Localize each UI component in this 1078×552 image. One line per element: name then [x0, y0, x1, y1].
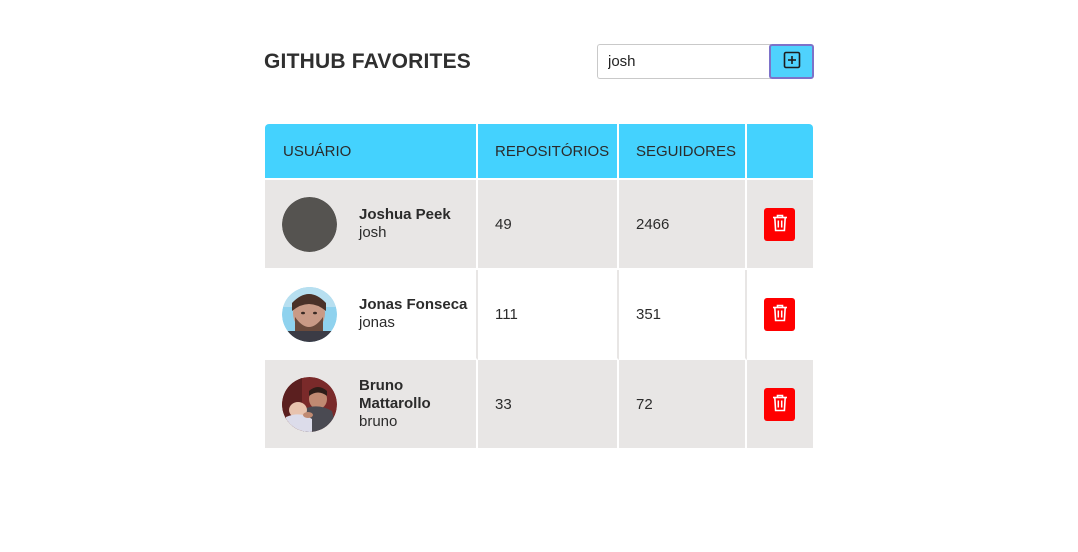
trash-icon	[772, 304, 788, 325]
user-login: jonas	[359, 314, 395, 331]
trash-icon	[772, 394, 788, 415]
user-cell: Jonas Fonseca jonas	[265, 270, 478, 360]
search-form	[597, 44, 814, 79]
add-favorite-button[interactable]	[769, 44, 814, 79]
favorites-table: USUÁRIO REPOSITÓRIOS SEGUIDORES Joshua P…	[265, 124, 813, 450]
delete-button[interactable]	[764, 387, 795, 421]
column-header-repositories: REPOSITÓRIOS	[478, 124, 619, 180]
actions-cell	[747, 360, 813, 450]
actions-cell	[747, 180, 813, 270]
search-input[interactable]	[597, 44, 771, 79]
user-login: bruno	[359, 413, 398, 430]
delete-button[interactable]	[764, 207, 795, 241]
avatar	[282, 196, 337, 252]
followers-cell: 72	[619, 360, 747, 450]
page-title: GITHUB FAVORITES	[264, 50, 471, 73]
followers-cell: 351	[619, 270, 747, 360]
avatar	[282, 376, 337, 432]
trash-icon	[772, 214, 788, 235]
repositories-cell: 111	[478, 270, 619, 360]
avatar	[282, 286, 337, 342]
column-header-followers: SEGUIDORES	[619, 124, 747, 180]
table-row: Bruno Mattarollo bruno 33 72	[265, 360, 813, 450]
user-cell: Joshua Peek josh	[265, 180, 478, 270]
user-cell: Bruno Mattarollo bruno	[265, 360, 478, 450]
user-name: Jonas Fonseca	[359, 296, 468, 313]
user-name: Joshua Peek	[359, 206, 451, 223]
column-header-actions	[747, 124, 813, 180]
column-header-user: USUÁRIO	[265, 124, 478, 180]
table-header-row: USUÁRIO REPOSITÓRIOS SEGUIDORES	[265, 124, 813, 180]
table-row: Joshua Peek josh 49 2466	[265, 180, 813, 270]
plus-square-icon	[783, 51, 801, 72]
repositories-cell: 49	[478, 180, 619, 270]
table-row: Jonas Fonseca jonas 111 351	[265, 270, 813, 360]
header: GITHUB FAVORITES	[264, 44, 814, 80]
delete-button[interactable]	[764, 297, 795, 331]
user-name: Bruno Mattarollo	[359, 377, 431, 412]
actions-cell	[747, 270, 813, 360]
repositories-cell: 33	[478, 360, 619, 450]
user-login: josh	[359, 224, 387, 241]
followers-cell: 2466	[619, 180, 747, 270]
